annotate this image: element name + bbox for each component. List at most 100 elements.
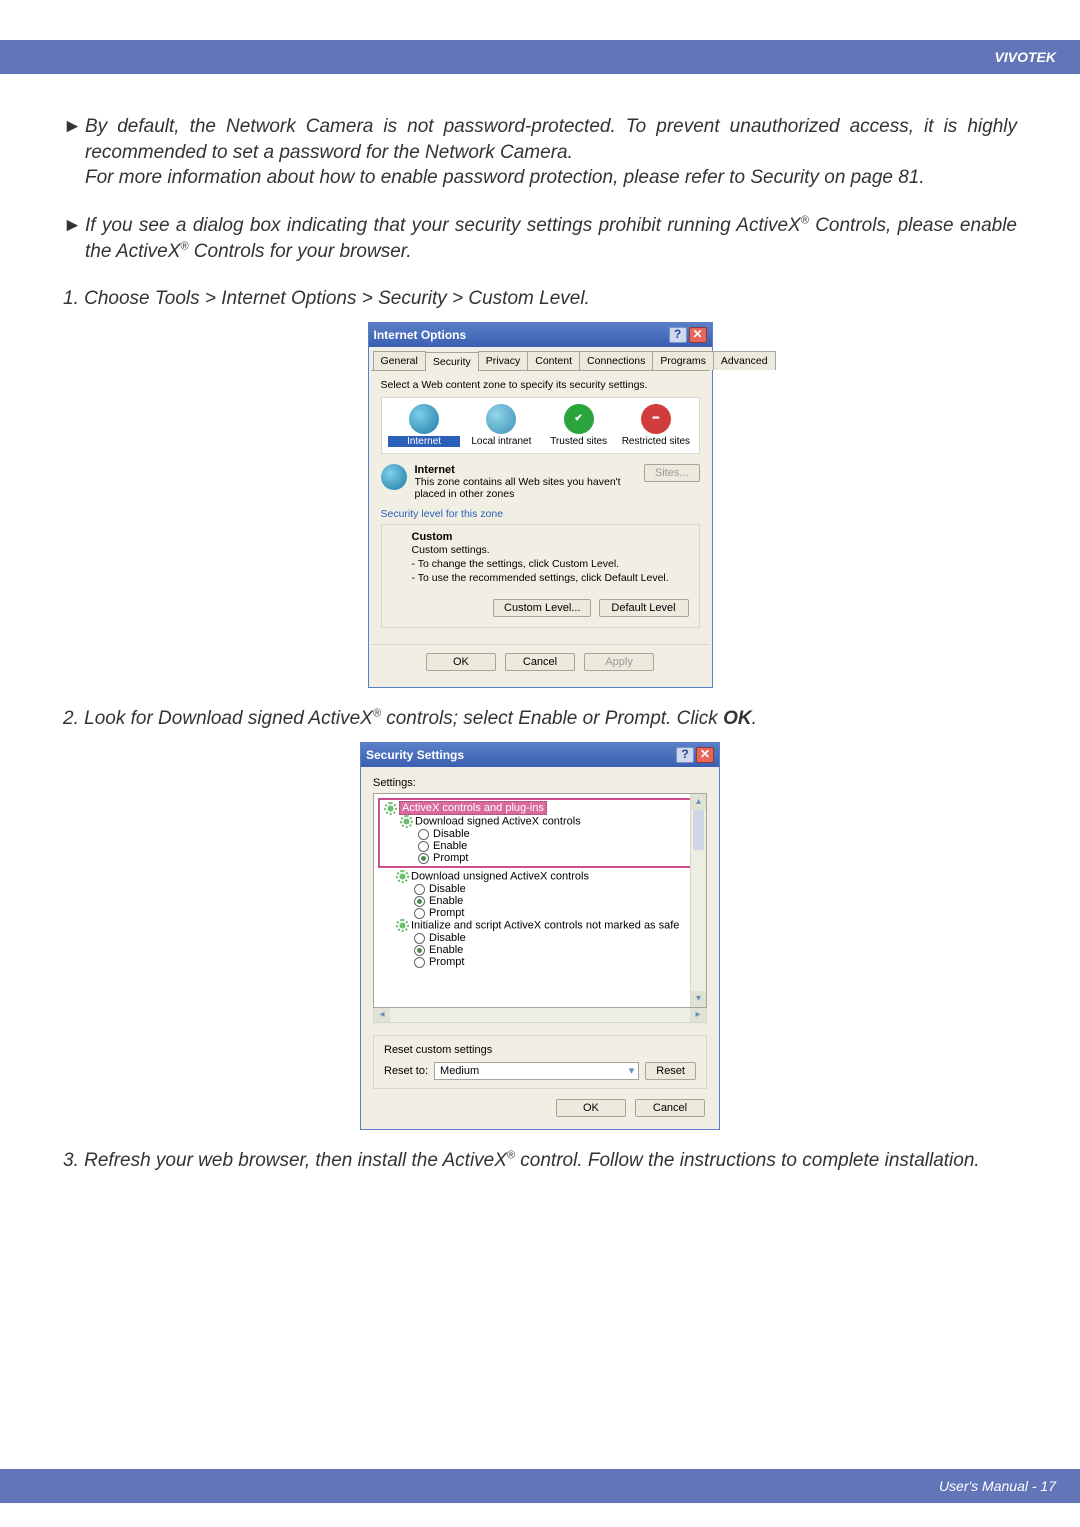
gear-icon [400, 815, 413, 828]
radio-icon[interactable] [418, 841, 429, 852]
opt-disable: Disable [429, 932, 466, 944]
custom-line1: - To change the settings, click Custom L… [412, 558, 620, 570]
zone-desc-title: Internet [415, 464, 455, 476]
tab-privacy[interactable]: Privacy [478, 351, 528, 370]
radio-icon[interactable] [414, 945, 425, 956]
note-2a: If you see a dialog box indicating that … [85, 215, 801, 236]
help-icon[interactable]: ? [669, 327, 687, 343]
security-level-box: Custom Custom settings. - To change the … [381, 524, 700, 629]
note-2c: Controls for your browser. [189, 241, 412, 262]
highlighted-group: ActiveX controls and plug-ins Download s… [378, 798, 704, 868]
step-3b: control. Follow the instructions to comp… [515, 1150, 980, 1171]
settings-tree[interactable]: ActiveX controls and plug-ins Download s… [373, 793, 707, 1008]
step-3: 3. Refresh your web browser, then instal… [63, 1148, 1017, 1174]
scroll-down-icon[interactable]: ▾ [691, 991, 706, 1007]
gear-icon [396, 870, 409, 883]
scroll-right-icon[interactable]: ▸ [690, 1008, 706, 1022]
minus-icon: ━ [641, 404, 671, 434]
ok-button[interactable]: OK [556, 1099, 626, 1117]
reset-to-select[interactable]: Medium [434, 1062, 639, 1080]
tab-advanced[interactable]: Advanced [713, 351, 776, 370]
tab-security[interactable]: Security [425, 352, 479, 371]
zone-restricted-sites[interactable]: ━ Restricted sites [620, 404, 692, 447]
reg-mark: ® [801, 215, 809, 227]
reg-mark: ® [180, 240, 188, 252]
dialog-title: Internet Options [374, 328, 467, 342]
zone-label: Internet [388, 436, 460, 447]
zone-picker: Internet Local intranet ✔ Trusted sites … [381, 397, 700, 454]
reset-label: Reset custom settings [384, 1044, 696, 1056]
step-1: 1. Choose Tools > Internet Options > Sec… [63, 286, 1017, 312]
bullet-icon: ► [63, 114, 85, 191]
scroll-up-icon[interactable]: ▴ [691, 794, 706, 810]
note-1-text-a: By default, the Network Camera is not pa… [85, 116, 1017, 163]
close-icon[interactable]: ✕ [696, 747, 714, 763]
zone-description: Internet This zone contains all Web site… [381, 464, 700, 500]
dialog-title: Security Settings [366, 748, 464, 762]
opt-enable: Enable [429, 944, 463, 956]
help-icon[interactable]: ? [676, 747, 694, 763]
step-2: 2. Look for Download signed ActiveX® con… [63, 706, 1017, 732]
dialog-buttons: OK Cancel Apply [371, 644, 710, 679]
h-scrollbar[interactable]: ◂ ▸ [373, 1008, 707, 1023]
opt-enable: Enable [429, 895, 463, 907]
check-icon: ✔ [564, 404, 594, 434]
custom-title: Custom [412, 531, 689, 543]
opt-enable: Enable [433, 840, 467, 852]
scroll-thumb[interactable] [693, 810, 704, 850]
node-download-signed: Download signed ActiveX controls [415, 815, 581, 827]
tabs: General Security Privacy Content Connect… [371, 351, 710, 371]
tab-connections[interactable]: Connections [579, 351, 653, 370]
tab-programs[interactable]: Programs [652, 351, 714, 370]
step-2-ok: OK [723, 708, 752, 729]
footer-text: User's Manual - 17 [939, 1478, 1056, 1494]
radio-icon[interactable] [414, 884, 425, 895]
custom-sub: Custom settings. [412, 544, 490, 556]
radio-icon[interactable] [418, 829, 429, 840]
zone-local-intranet[interactable]: Local intranet [465, 404, 537, 447]
tab-general[interactable]: General [373, 351, 426, 370]
reset-to-label: Reset to: [384, 1065, 428, 1077]
scrollbar[interactable]: ▴ ▾ [690, 794, 706, 1007]
footer-band: User's Manual - 17 [0, 1469, 1080, 1503]
reg-mark: ® [373, 708, 381, 720]
globe-icon [486, 404, 516, 434]
custom-line2: - To use the recommended settings, click… [412, 572, 669, 584]
settings-label: Settings: [373, 777, 707, 789]
reset-group: Reset custom settings Reset to: Medium R… [373, 1035, 707, 1089]
cancel-button[interactable]: Cancel [505, 653, 575, 671]
dialog-titlebar: Internet Options ? ✕ [369, 323, 712, 347]
apply-button[interactable]: Apply [584, 653, 654, 671]
globe-icon [381, 464, 407, 490]
zone-internet[interactable]: Internet [388, 404, 460, 447]
brand-band: VIVOTEK [0, 40, 1080, 74]
zone-label: Trusted sites [543, 436, 615, 447]
zone-desc-text: This zone contains all Web sites you hav… [415, 476, 621, 500]
close-icon[interactable]: ✕ [689, 327, 707, 343]
radio-icon[interactable] [414, 896, 425, 907]
step-3a: 3. Refresh your web browser, then instal… [63, 1150, 507, 1171]
radio-icon[interactable] [414, 908, 425, 919]
ok-button[interactable]: OK [426, 653, 496, 671]
group-activex: ActiveX controls and plug-ins [399, 801, 547, 815]
scroll-left-icon[interactable]: ◂ [374, 1008, 390, 1022]
tab-content[interactable]: Content [527, 351, 580, 370]
default-level-button[interactable]: Default Level [599, 599, 689, 617]
dialog-titlebar: Security Settings ? ✕ [361, 743, 719, 767]
reset-button[interactable]: Reset [645, 1062, 696, 1080]
radio-icon[interactable] [414, 957, 425, 968]
zone-label: Local intranet [465, 436, 537, 447]
opt-prompt: Prompt [429, 907, 464, 919]
internet-options-dialog: Internet Options ? ✕ General Security Pr… [368, 322, 713, 689]
page-content: ► By default, the Network Camera is not … [0, 74, 1080, 1204]
radio-icon[interactable] [418, 853, 429, 864]
sites-button[interactable]: Sites... [644, 464, 700, 482]
opt-prompt: Prompt [433, 852, 468, 864]
cancel-button[interactable]: Cancel [635, 1099, 705, 1117]
zone-label: Restricted sites [620, 436, 692, 447]
step-2a: 2. Look for Download signed ActiveX [63, 708, 373, 729]
radio-icon[interactable] [414, 933, 425, 944]
zone-trusted-sites[interactable]: ✔ Trusted sites [543, 404, 615, 447]
step-2b: controls; select Enable or Prompt. Click [381, 708, 723, 729]
custom-level-button[interactable]: Custom Level... [493, 599, 591, 617]
